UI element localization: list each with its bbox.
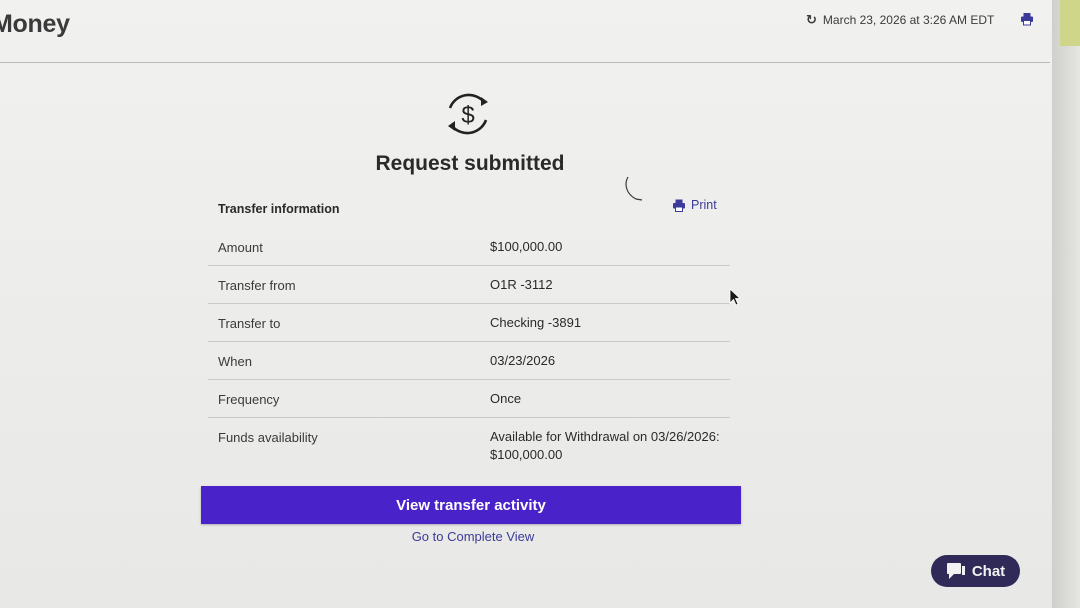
table-row-transfer-to: Transfer to Checking -3891: [208, 304, 730, 342]
section-heading: Transfer information: [218, 202, 340, 216]
row-label: Transfer from: [218, 278, 296, 293]
row-label: Amount: [218, 240, 263, 255]
transfer-details-table: Amount $100,000.00 Transfer from O1R -31…: [208, 228, 730, 466]
table-row-transfer-from: Transfer from O1R -3112: [208, 266, 730, 304]
view-transfer-activity-button[interactable]: View transfer activity: [201, 486, 741, 524]
row-value: Once: [490, 391, 522, 406]
monitor-bezel: [1052, 0, 1080, 608]
print-label: Print: [691, 198, 717, 212]
row-value-line2: $100,000.00: [490, 447, 563, 462]
app-window: Money ↻ March 23, 2026 at 3:26 AM EDT $ …: [0, 0, 1052, 608]
timestamp-refresh[interactable]: ↻ March 23, 2026 at 3:26 AM EDT: [806, 12, 994, 28]
mouse-cursor-icon: [729, 288, 741, 306]
top-header: Money ↻ March 23, 2026 at 3:26 AM EDT: [0, 0, 1050, 63]
table-row-frequency: Frequency Once: [208, 380, 730, 418]
row-value: $100,000.00: [490, 239, 563, 254]
go-to-complete-view-link[interactable]: Go to Complete View: [300, 529, 646, 544]
chat-label: Chat: [971, 562, 1006, 580]
svg-text:$: $: [461, 102, 474, 129]
row-value: Available for Withdrawal on 03/26/2026: …: [490, 428, 720, 464]
chat-button[interactable]: Chat: [931, 555, 1020, 587]
printer-icon[interactable]: [1020, 12, 1034, 26]
bezel-edge: [1060, 0, 1080, 46]
row-value-line1: Available for Withdrawal on 03/26/2026:: [490, 429, 720, 444]
row-label: When: [218, 354, 252, 369]
pen-mark: [625, 176, 643, 201]
row-value: 03/23/2026: [490, 353, 556, 368]
table-row-amount: Amount $100,000.00: [208, 228, 730, 266]
row-label: Frequency: [218, 392, 280, 407]
page-title: Request submitted: [375, 152, 565, 175]
row-label: Transfer to: [218, 316, 281, 331]
refresh-icon[interactable]: ↻: [806, 12, 817, 28]
print-link[interactable]: Print: [672, 198, 717, 212]
table-row-funds-availability: Funds availability Available for Withdra…: [208, 418, 730, 466]
dollar-transfer-icon: $: [448, 93, 488, 135]
table-row-when: When 03/23/2026: [208, 342, 730, 380]
row-label: Funds availability: [218, 430, 318, 445]
brand-logo-text: Money: [0, 10, 70, 38]
printer-icon: [673, 199, 685, 212]
timestamp-text: March 23, 2026 at 3:26 AM EDT: [822, 13, 995, 27]
chat-bubble-icon: [946, 563, 965, 579]
row-value: Checking -3891: [490, 315, 582, 330]
row-value: O1R -3112: [490, 277, 553, 292]
